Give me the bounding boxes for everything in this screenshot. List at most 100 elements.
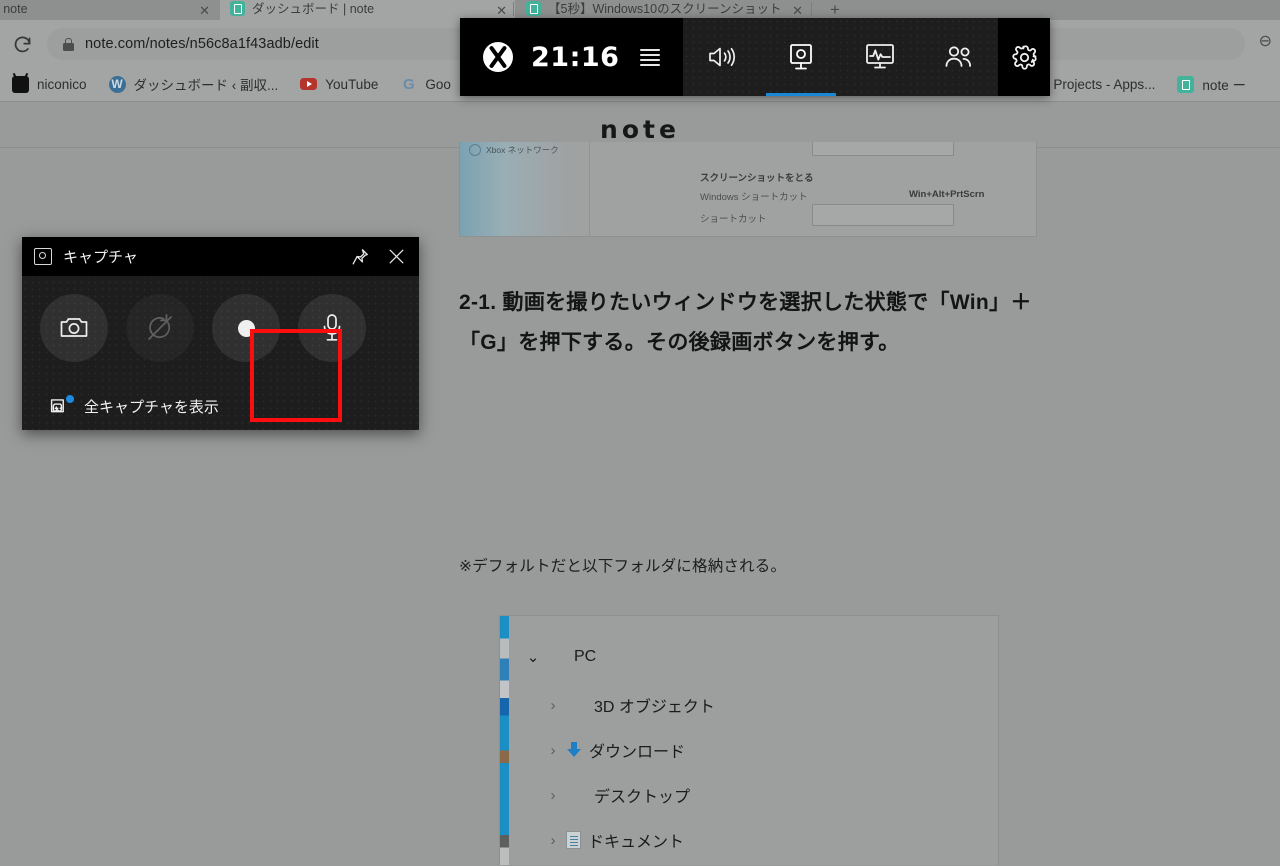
bookmark-apps-projects[interactable]: y Projects - Apps...: [1043, 77, 1156, 92]
bookmark-google[interactable]: G Goo: [400, 76, 451, 93]
explorer-item-documents[interactable]: › ドキュメント: [542, 828, 684, 852]
close-icon[interactable]: ✕: [496, 4, 507, 17]
close-icon[interactable]: ✕: [792, 4, 803, 17]
game-bar-settings-section: [998, 18, 1050, 96]
bookmark-niconico[interactable]: niconico: [12, 75, 87, 93]
capture-widget: キャプチャ 全キャプチャを表示: [22, 237, 419, 430]
audio-icon: [709, 47, 736, 67]
bookmark-label: Goo: [425, 76, 451, 92]
pin-icon[interactable]: [349, 246, 371, 268]
embedded-row-value: Win+Alt+PrtScrn: [909, 189, 985, 200]
tab-strip: 編集 | note ✕ ダッシュボード | note ✕ 【5秒】Windows…: [0, 0, 1280, 20]
game-bar-performance-button[interactable]: [850, 18, 910, 96]
xbox-game-bar: 21:16: [460, 18, 1050, 96]
game-bar-left-section: 21:16: [460, 18, 683, 96]
embedded-shortcut-input: [812, 204, 954, 226]
google-icon: G: [403, 75, 415, 93]
close-icon[interactable]: [385, 246, 407, 268]
gear-icon: [1011, 44, 1037, 70]
browser-window: 編集 | note ✕ ダッシュボード | note ✕ 【5秒】Windows…: [0, 0, 1280, 866]
bookmark-label: y Projects - Apps...: [1042, 76, 1156, 92]
microphone-button[interactable]: [298, 294, 366, 362]
embedded-settings-screenshot: Xbox ネットワーク スクリーンショットをとる Windows ショートカット…: [459, 142, 1037, 237]
explorer-item-label: ダウンロード: [589, 744, 686, 761]
explorer-item-label: 3D オブジェクト: [594, 699, 715, 716]
chevron-right-icon[interactable]: ›: [542, 742, 564, 759]
show-all-captures-link[interactable]: 全キャプチャを表示: [50, 395, 219, 417]
record-last-disabled-icon: [148, 313, 172, 340]
chevron-right-icon[interactable]: ›: [542, 832, 564, 849]
explorer-item-pc[interactable]: ⌄ PC: [522, 648, 597, 666]
note-body-text: ※デフォルトだと以下フォルダに格納される。: [459, 558, 787, 575]
widget-menu-icon[interactable]: [640, 48, 661, 66]
reload-icon[interactable]: [8, 30, 36, 58]
omnibox-extra-icon[interactable]: ⊖: [1259, 34, 1272, 50]
active-tab-indicator: [766, 93, 837, 96]
performance-icon: [865, 44, 894, 69]
game-bar-capture-button[interactable]: [766, 18, 837, 96]
xbox-social-icon: [945, 46, 971, 67]
record-dot-icon: [237, 319, 255, 337]
explorer-item-desktop[interactable]: › デスクトップ: [542, 783, 691, 807]
embedded-explorer-screenshot: ⌄ PC › 3D オブジェクト › ダウンロード › デスクトップ › ドキュ…: [499, 615, 999, 865]
screenshot-button[interactable]: [40, 294, 108, 362]
bookmark-label: YouTube: [325, 76, 379, 92]
game-bar-widget-buttons: [683, 18, 998, 96]
explorer-quick-access-strip: [500, 616, 509, 865]
xbox-logo-icon[interactable]: [483, 42, 513, 72]
bookmark-label: ダッシュボード ‹ 副収...: [133, 78, 279, 93]
explorer-item-label: ドキュメント: [588, 834, 685, 851]
browser-tab-0[interactable]: 編集 | note ✕: [0, 0, 218, 20]
explorer-item-label: PC: [574, 648, 597, 665]
embedded-row-label: ショートカット: [700, 214, 767, 225]
new-tab-button[interactable]: +: [830, 1, 840, 18]
game-bar-audio-button[interactable]: [692, 18, 752, 96]
close-icon[interactable]: ✕: [199, 4, 210, 17]
wordpress-icon: W: [108, 75, 126, 93]
note-headline: 2-1. 動画を撮りたいウィンドウを選択した状態で「Win」＋「G」を押下する。…: [459, 291, 1032, 354]
tab-title: 編集 | note: [0, 2, 28, 16]
address-bar-url: note.com/notes/n56c8a1f43adb/edit: [85, 36, 319, 52]
explorer-item-3d-objects[interactable]: › 3D オブジェクト: [542, 693, 715, 717]
tab-separator: [513, 2, 514, 16]
browser-tab-1[interactable]: ダッシュボード | note ✕: [220, 0, 515, 20]
note-icon: [526, 1, 541, 16]
bookmark-note[interactable]: note ー: [1177, 74, 1246, 94]
explorer-item-label: デスクトップ: [594, 789, 691, 806]
niconico-icon: [12, 75, 29, 93]
embedded-shortcut-box-top: [812, 142, 954, 156]
chevron-right-icon[interactable]: ›: [542, 787, 564, 804]
browser-tab-2[interactable]: 【5秒】Windows10のスクリーンショット ✕: [516, 0, 811, 20]
tab-title: 【5秒】Windows10のスクリーンショット: [548, 2, 782, 16]
xbox-network-icon: [469, 144, 481, 156]
game-bar-xbox-social-button[interactable]: [929, 18, 989, 96]
chevron-down-icon[interactable]: ⌄: [522, 648, 544, 666]
documents-icon: [566, 831, 581, 849]
record-last-30s-button[interactable]: [126, 294, 194, 362]
game-bar-settings-button[interactable]: [998, 18, 1050, 96]
desktop-icon: [566, 786, 587, 804]
capture-icon: [790, 44, 813, 70]
game-bar-clock: 21:16: [531, 41, 620, 73]
microphone-icon: [323, 314, 341, 341]
youtube-icon: [300, 76, 318, 93]
downloads-icon: [566, 741, 582, 759]
start-recording-button[interactable]: [212, 294, 280, 362]
capture-icon: [34, 248, 52, 265]
pc-icon: [546, 648, 567, 666]
embedded-nav-item: Xbox ネットワーク: [469, 144, 559, 156]
lock-icon: [63, 37, 74, 51]
tab-title: ダッシュボード | note: [252, 2, 375, 16]
capture-widget-titlebar: キャプチャ: [22, 237, 419, 276]
bookmark-youtube[interactable]: YouTube: [300, 76, 378, 93]
embedded-settings-sidebar: [460, 142, 572, 236]
note-logo: note: [600, 115, 680, 144]
all-captures-icon: [50, 395, 74, 415]
bookmark-wordpress[interactable]: W ダッシュボード ‹ 副収...: [108, 74, 279, 94]
bookmark-label: niconico: [37, 76, 87, 92]
chevron-right-icon[interactable]: ›: [542, 697, 564, 714]
embedded-settings-divider: [589, 142, 590, 236]
explorer-item-downloads[interactable]: › ダウンロード: [542, 738, 685, 762]
new-badge-dot: [66, 395, 74, 403]
capture-widget-title: キャプチャ: [63, 249, 138, 266]
